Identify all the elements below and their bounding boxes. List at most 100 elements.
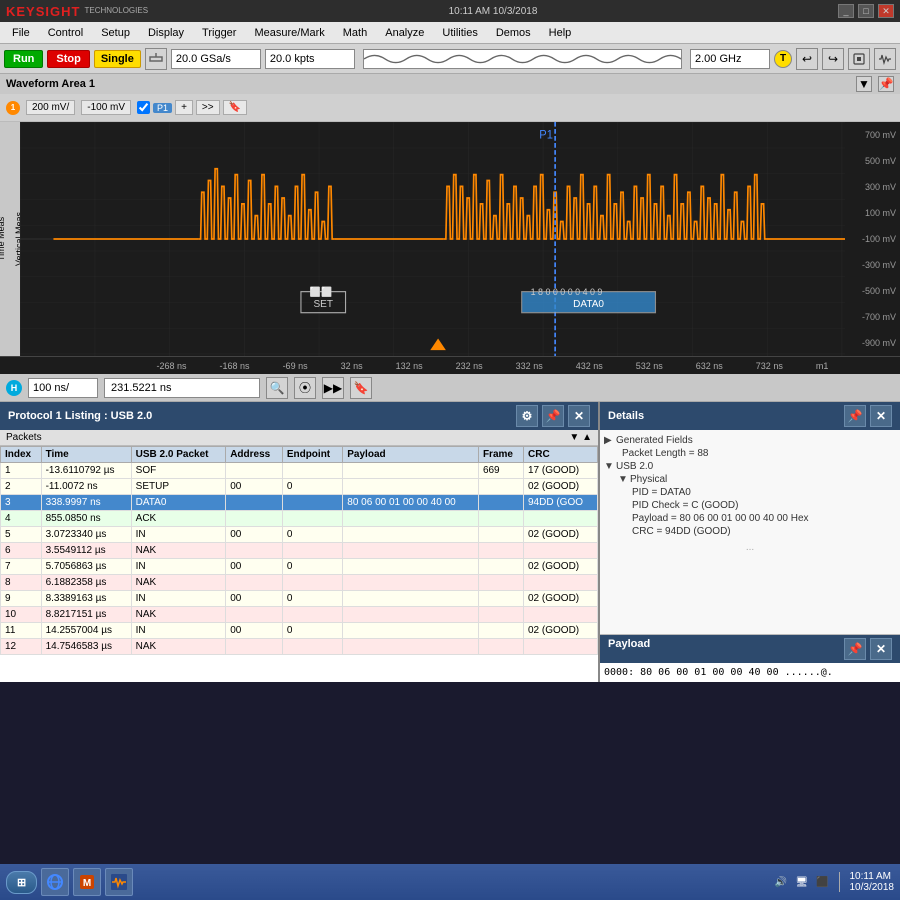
cell-payload: [343, 527, 479, 543]
table-row[interactable]: 3338.9997 nsDATA080 06 00 01 00 00 40 00…: [1, 495, 598, 511]
menu-trigger[interactable]: Trigger: [194, 25, 244, 41]
time-div-input[interactable]: [28, 378, 98, 398]
menu-measure[interactable]: Measure/Mark: [246, 25, 332, 41]
timebase-icon-button[interactable]: [145, 48, 167, 70]
mem-depth-input[interactable]: [265, 49, 355, 69]
table-row[interactable]: 53.0723340 µsIN00002 (GOOD): [1, 527, 598, 543]
table-row[interactable]: 2-11.0072 nsSETUP00002 (GOOD): [1, 479, 598, 495]
cell-crc: 02 (GOOD): [524, 479, 598, 495]
window-controls: _ □ ✕: [838, 4, 894, 18]
gen-expander[interactable]: ▶: [604, 435, 616, 446]
menu-analyze[interactable]: Analyze: [377, 25, 432, 41]
pin-button[interactable]: 📌: [878, 76, 894, 92]
cell-crc: 02 (GOOD): [524, 527, 598, 543]
protocol-close-btn[interactable]: ✕: [568, 405, 590, 427]
col-crc: CRC: [524, 447, 598, 463]
cell-endpoint: [282, 639, 342, 655]
y-label-n100: -100 mV: [862, 234, 896, 244]
frequency-input[interactable]: [690, 49, 770, 69]
position-display[interactable]: [104, 378, 260, 398]
table-row[interactable]: 108.8217151 µsNAK: [1, 607, 598, 623]
table-row[interactable]: 98.3389163 µsIN00002 (GOOD): [1, 591, 598, 607]
ch-offset-btn[interactable]: -100 mV: [81, 100, 131, 115]
undo-button[interactable]: ↩: [796, 48, 818, 70]
col-packet: USB 2.0 Packet: [131, 447, 226, 463]
cell-time: 855.0850 ns: [41, 511, 131, 527]
minimize-button[interactable]: _: [838, 4, 854, 18]
usb-icon[interactable]: ⬛: [816, 877, 828, 888]
gen-label: Generated Fields: [616, 435, 693, 446]
packet-table-container[interactable]: Index Time USB 2.0 Packet Address Endpoi…: [0, 446, 598, 682]
start-button[interactable]: ⊞: [6, 871, 37, 894]
menu-setup[interactable]: Setup: [93, 25, 138, 41]
physical-expander[interactable]: ▼: [618, 474, 630, 485]
cursor-icon[interactable]: ⦿: [294, 377, 316, 399]
table-row[interactable]: 1-13.6110792 µsSOF66917 (GOOD): [1, 463, 598, 479]
table-header-row: Index Time USB 2.0 Packet Address Endpoi…: [1, 447, 598, 463]
zoom-icon[interactable]: 🔍: [266, 377, 288, 399]
redo-button[interactable]: ↪: [822, 48, 844, 70]
ch-vis-check[interactable]: [137, 101, 150, 114]
menu-file[interactable]: File: [4, 25, 38, 41]
menu-math[interactable]: Math: [335, 25, 375, 41]
table-row[interactable]: 1114.2557004 µsIN00002 (GOOD): [1, 623, 598, 639]
protocol-pin-btn[interactable]: 📌: [542, 405, 564, 427]
settings-button[interactable]: [848, 48, 870, 70]
toolbar: Run Stop Single T ↩ ↪: [0, 44, 900, 74]
play-icon[interactable]: ▶▶: [322, 377, 344, 399]
svg-text:P1: P1: [539, 129, 553, 141]
protocol-settings-btn[interactable]: ⚙: [516, 405, 538, 427]
close-button[interactable]: ✕: [878, 4, 894, 18]
t8: 432 ns: [576, 361, 603, 371]
menu-utilities[interactable]: Utilities: [434, 25, 485, 41]
details-pin-btn[interactable]: 📌: [844, 405, 866, 427]
menu-display[interactable]: Display: [140, 25, 192, 41]
table-row[interactable]: 86.1882358 µsNAK: [1, 575, 598, 591]
single-button[interactable]: Single: [94, 50, 141, 68]
cell-endpoint: [282, 511, 342, 527]
cell-endpoint: [282, 495, 342, 511]
details-close-btn[interactable]: ✕: [870, 405, 892, 427]
menu-bar: File Control Setup Display Trigger Measu…: [0, 22, 900, 44]
payload-pin-btn[interactable]: 📌: [844, 638, 866, 660]
menu-demos[interactable]: Demos: [488, 25, 539, 41]
ch-bookmark-btn[interactable]: 🔖: [223, 100, 247, 115]
ch-forward-btn[interactable]: >>: [196, 100, 220, 115]
y-label-n500: -500 mV: [862, 286, 896, 296]
svg-text:DATA0: DATA0: [573, 299, 604, 310]
table-row[interactable]: 63.5549112 µsNAK: [1, 543, 598, 559]
cell-payload: 80 06 00 01 00 00 40 00: [343, 495, 479, 511]
payload-close-btn[interactable]: ✕: [870, 638, 892, 660]
cell-frame: [478, 591, 523, 607]
mark-icon[interactable]: 🔖: [350, 377, 372, 399]
logo-area: KEYSIGHT TECHNOLOGIES: [6, 4, 148, 19]
stop-button[interactable]: Stop: [47, 50, 89, 68]
table-row[interactable]: 1214.7546583 µsNAK: [1, 639, 598, 655]
taskbar-icon-app[interactable]: M: [73, 868, 101, 896]
details-title: Details: [608, 410, 644, 422]
cell-index: 1: [1, 463, 42, 479]
trigger-badge: T: [774, 50, 792, 68]
cell-address: 00: [226, 591, 283, 607]
menu-control[interactable]: Control: [40, 25, 91, 41]
table-row[interactable]: 4855.0850 nsACK: [1, 511, 598, 527]
table-row[interactable]: 75.7056863 µsIN00002 (GOOD): [1, 559, 598, 575]
waveform-button[interactable]: [874, 48, 896, 70]
ch-add-btn[interactable]: +: [175, 100, 193, 115]
taskbar-icon-osc[interactable]: [105, 868, 133, 896]
collapse-button[interactable]: ▼: [856, 76, 872, 92]
payload-value: Payload = 80 06 00 01 00 00 40 00 Hex: [632, 513, 809, 524]
maximize-button[interactable]: □: [858, 4, 874, 18]
graph-area[interactable]: P1 SET ⬜⬜ DATA0 1 8 0 0 0 0 0 4 0 9: [20, 122, 845, 356]
usb2-expander[interactable]: ▼: [604, 461, 616, 472]
cell-time: 3.5549112 µs: [41, 543, 131, 559]
payload-header-buttons: 📌 ✕: [844, 638, 892, 660]
volume-icon[interactable]: 🔊: [775, 877, 787, 888]
menu-help[interactable]: Help: [541, 25, 580, 41]
run-button[interactable]: Run: [4, 50, 43, 68]
sample-rate-input[interactable]: [171, 49, 261, 69]
network-icon[interactable]: 🖥: [795, 877, 808, 888]
ch-scale-btn[interactable]: 200 mV/: [26, 100, 75, 115]
taskbar-icon-ie[interactable]: [41, 868, 69, 896]
ellipsis: ...: [604, 538, 896, 557]
